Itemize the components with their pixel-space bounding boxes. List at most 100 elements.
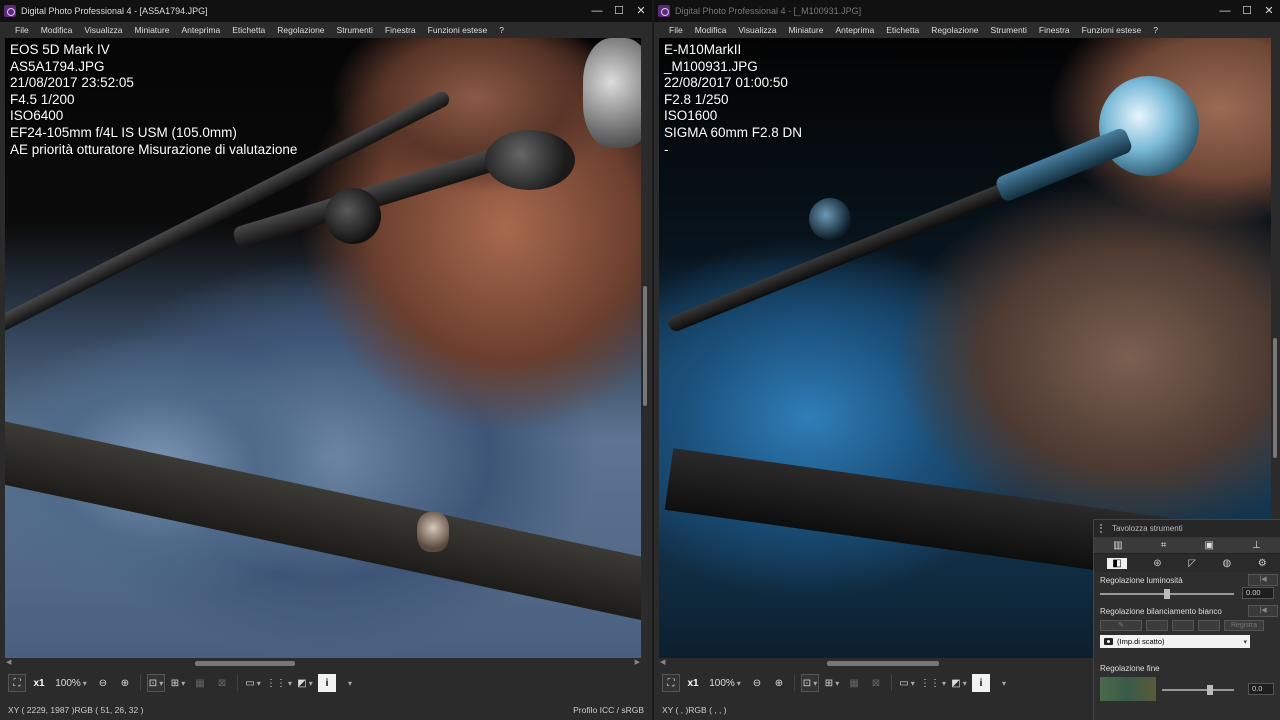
- menu-strumenti[interactable]: Strumenti: [991, 25, 1027, 35]
- exif-iso: ISO1600: [664, 108, 718, 124]
- zoom-level-select[interactable]: 100%: [52, 674, 90, 692]
- left-viewer-window: Digital Photo Professional 4 - [AS5A1794…: [0, 0, 652, 720]
- fit-screen-icon[interactable]: ⛶: [662, 674, 680, 692]
- fine-tune-label: Regolazione fine: [1100, 664, 1160, 673]
- af-point-icon[interactable]: ⊡: [801, 674, 819, 692]
- info-options-icon[interactable]: [994, 674, 1012, 692]
- menu-regolazione[interactable]: Regolazione: [277, 25, 324, 35]
- scroll-thumb[interactable]: [195, 661, 295, 666]
- brightness-reset-button[interactable]: |◀: [1248, 574, 1278, 586]
- tab-color-icon[interactable]: ◍: [1222, 558, 1231, 569]
- overlay-grid-icon[interactable]: ⋮⋮: [920, 674, 946, 692]
- menu-visualizza[interactable]: Visualizza: [84, 25, 122, 35]
- left-image-viewer[interactable]: EOS 5D Mark IV AS5A1794.JPG 21/08/2017 2…: [5, 38, 641, 658]
- grip-icon[interactable]: [1100, 524, 1106, 533]
- left-window-title: Digital Photo Professional 4 - [AS5A1794…: [21, 6, 208, 16]
- wb-register-button[interactable]: Registra: [1224, 620, 1264, 631]
- brightness-slider[interactable]: 0.00: [1100, 587, 1274, 599]
- info-options-icon[interactable]: [340, 674, 358, 692]
- zoom-out-icon[interactable]: ⊖: [94, 674, 112, 692]
- info-icon[interactable]: i: [972, 674, 991, 692]
- color-wheel-preview[interactable]: [1100, 677, 1156, 701]
- brightness-value-field[interactable]: 0.00: [1242, 587, 1274, 599]
- tab-curve-icon[interactable]: ◸: [1188, 558, 1196, 569]
- grid-icon[interactable]: ⊞: [169, 674, 187, 692]
- zoom-1x-button[interactable]: x1: [30, 674, 48, 692]
- exif-lens: EF24-105mm f/4L IS USM (105.0mm): [10, 124, 237, 140]
- left-vertical-scrollbar[interactable]: [641, 38, 649, 658]
- wb-preset-3[interactable]: [1198, 620, 1220, 631]
- zoom-in-icon[interactable]: ⊕: [770, 674, 788, 692]
- menu-visualizza[interactable]: Visualizza: [738, 25, 776, 35]
- menu-funzioni-estese[interactable]: Funzioni estese: [1082, 25, 1142, 35]
- zoom-level-select[interactable]: 100%: [706, 674, 744, 692]
- fine-tune-value-field[interactable]: 0.0: [1248, 683, 1274, 695]
- grid-icon[interactable]: ⊞: [823, 674, 841, 692]
- menu-strumenti[interactable]: Strumenti: [337, 25, 373, 35]
- menu-finestra[interactable]: Finestra: [385, 25, 416, 35]
- maximize-button[interactable]: ☐: [608, 0, 630, 22]
- exif-datetime: 22/08/2017 01:00:50: [664, 75, 788, 91]
- wb-reset-button[interactable]: |◀: [1248, 605, 1278, 617]
- app-icon: [4, 5, 16, 17]
- menu-finestra[interactable]: Finestra: [1039, 25, 1070, 35]
- image-icon[interactable]: ▣: [1205, 540, 1214, 551]
- film-strip-icon[interactable]: ▥: [1113, 540, 1122, 551]
- menu-miniature[interactable]: Miniature: [134, 25, 169, 35]
- menu-regolazione[interactable]: Regolazione: [931, 25, 978, 35]
- slider-knob[interactable]: [1206, 685, 1213, 695]
- scroll-left-icon[interactable]: ◀: [6, 658, 11, 668]
- scroll-thumb[interactable]: [643, 286, 647, 406]
- left-horizontal-scrollbar[interactable]: ◀ ▶: [5, 658, 641, 668]
- scroll-right-icon[interactable]: ▶: [635, 658, 640, 668]
- palette-titlebar[interactable]: Tavolozza strumenti: [1094, 520, 1280, 537]
- eyedropper-icon[interactable]: ✎: [1100, 620, 1142, 631]
- wb-select[interactable]: (Imp.di scatto): [1100, 635, 1250, 648]
- scroll-thumb[interactable]: [827, 661, 939, 666]
- wb-preset-1[interactable]: [1146, 620, 1168, 631]
- close-button[interactable]: ✕: [1258, 0, 1280, 22]
- left-toolbar: ⛶ x1 100% ⊖ ⊕ ⊡ ⊞ ▦ ⊠ ▭ ⋮⋮ ◩ i: [8, 673, 358, 693]
- zoom-1x-button[interactable]: x1: [684, 674, 702, 692]
- menu-help[interactable]: ?: [1153, 25, 1158, 35]
- exif-filename: AS5A1794.JPG: [10, 58, 105, 74]
- menu-file[interactable]: File: [669, 25, 683, 35]
- info-icon[interactable]: i: [318, 674, 337, 692]
- highlight-warning-icon[interactable]: ◩: [950, 674, 968, 692]
- fit-screen-icon[interactable]: ⛶: [8, 674, 26, 692]
- menu-miniature[interactable]: Miniature: [788, 25, 823, 35]
- af-point-icon[interactable]: ⊡: [147, 674, 165, 692]
- menu-help[interactable]: ?: [499, 25, 504, 35]
- menu-funzioni-estese[interactable]: Funzioni estese: [428, 25, 488, 35]
- menu-modifica[interactable]: Modifica: [41, 25, 73, 35]
- menu-file[interactable]: File: [15, 25, 29, 35]
- maximize-button[interactable]: ☐: [1236, 0, 1258, 22]
- close-button[interactable]: ✕: [630, 0, 652, 22]
- minimize-button[interactable]: —: [1214, 0, 1236, 22]
- menu-etichetta[interactable]: Etichetta: [886, 25, 919, 35]
- tool-palette: Tavolozza strumenti ▥ ⌗ ▣ ⊥ ◧ ⊛ ◸ ◍ ⚙ |◀…: [1093, 519, 1280, 720]
- crop-icon[interactable]: ⌗: [1161, 540, 1167, 551]
- zoom-out-icon[interactable]: ⊖: [748, 674, 766, 692]
- menu-modifica[interactable]: Modifica: [695, 25, 727, 35]
- background-color-icon[interactable]: ▭: [898, 674, 916, 692]
- menu-anteprima[interactable]: Anteprima: [835, 25, 874, 35]
- tab-basic-icon[interactable]: ◧: [1107, 557, 1127, 569]
- tab-settings-icon[interactable]: ⚙: [1258, 558, 1267, 569]
- minimize-button[interactable]: —: [586, 0, 608, 22]
- wb-preset-2[interactable]: [1172, 620, 1194, 631]
- menu-anteprima[interactable]: Anteprima: [181, 25, 220, 35]
- highlight-warning-icon[interactable]: ◩: [296, 674, 314, 692]
- left-titlebar[interactable]: Digital Photo Professional 4 - [AS5A1794…: [0, 0, 652, 22]
- fine-tune-slider[interactable]: 0.0: [1162, 683, 1274, 695]
- tab-detail-icon[interactable]: ⊛: [1153, 558, 1161, 569]
- scroll-left-icon[interactable]: ◀: [660, 658, 665, 668]
- stamp-icon[interactable]: ⊥: [1252, 540, 1261, 551]
- slider-knob[interactable]: [1164, 589, 1170, 599]
- overlay-grid-icon[interactable]: ⋮⋮: [266, 674, 292, 692]
- zoom-in-icon[interactable]: ⊕: [116, 674, 134, 692]
- scroll-thumb[interactable]: [1273, 338, 1277, 458]
- background-color-icon[interactable]: ▭: [244, 674, 262, 692]
- right-titlebar[interactable]: Digital Photo Professional 4 - [_M100931…: [654, 0, 1280, 22]
- menu-etichetta[interactable]: Etichetta: [232, 25, 265, 35]
